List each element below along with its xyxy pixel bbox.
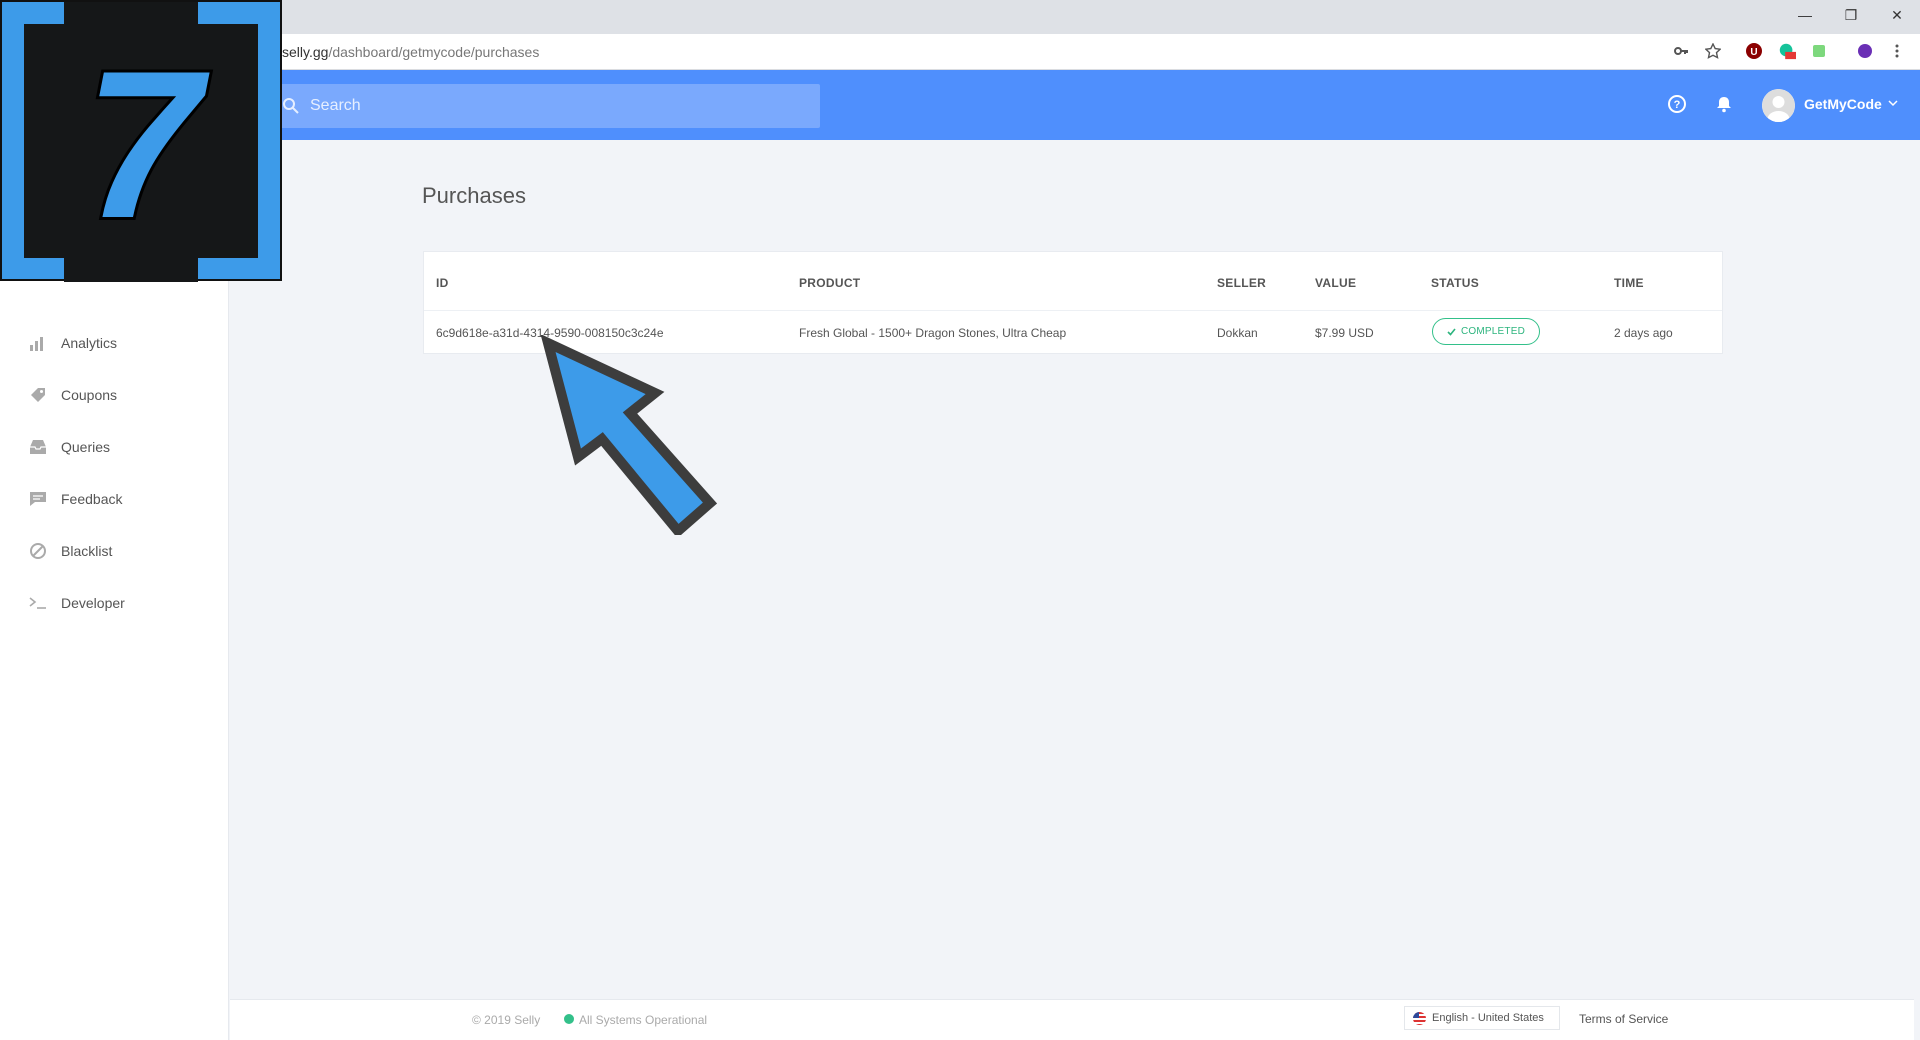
column-header-value: VALUE bbox=[1315, 276, 1357, 290]
sidebar-item-feedback[interactable]: Feedback bbox=[0, 479, 229, 519]
search-icon bbox=[283, 98, 299, 114]
notifications-bell-icon[interactable] bbox=[1712, 92, 1736, 116]
sidebar-item-label: Developer bbox=[61, 595, 125, 611]
address-bar[interactable]: selly.gg/dashboard/getmycode/purchases U bbox=[0, 34, 1920, 70]
sidebar-item-blacklist[interactable]: Blacklist bbox=[0, 531, 229, 571]
blocked-icon bbox=[28, 541, 48, 561]
status-badge-label: COMPLETED bbox=[1460, 326, 1526, 337]
window-minimize-button[interactable]: — bbox=[1782, 0, 1828, 30]
inbox-icon bbox=[28, 437, 48, 457]
step-number-glyph: 7 bbox=[82, 42, 213, 242]
grammarly-extension-icon[interactable] bbox=[1778, 42, 1796, 60]
url-host: selly.gg bbox=[282, 44, 329, 60]
help-icon[interactable]: ? bbox=[1665, 92, 1689, 116]
search-placeholder: Search bbox=[310, 97, 361, 114]
header-divider bbox=[424, 310, 1722, 311]
avatar[interactable] bbox=[1762, 89, 1795, 122]
chevron-down-icon[interactable] bbox=[1887, 97, 1899, 109]
step-number-text: 7 bbox=[85, 42, 210, 242]
column-header-product: PRODUCT bbox=[799, 276, 861, 290]
search-input[interactable]: Search bbox=[272, 84, 820, 128]
overlay-gap-bottom bbox=[64, 256, 198, 282]
sidebar-item-analytics[interactable]: Analytics bbox=[0, 323, 229, 363]
column-header-status: STATUS bbox=[1431, 276, 1480, 290]
bookmark-star-icon[interactable] bbox=[1704, 42, 1722, 60]
sidebar-item-queries[interactable]: Queries bbox=[0, 427, 229, 467]
overlay-gap-top bbox=[64, 2, 198, 26]
footer-copyright: © 2019 Selly bbox=[472, 1013, 541, 1027]
sidebar-item-label: Analytics bbox=[61, 335, 118, 351]
sidebar-item-developer[interactable]: Developer bbox=[0, 583, 229, 623]
browser-menu-icon[interactable] bbox=[1888, 42, 1906, 60]
column-header-id: ID bbox=[436, 276, 449, 290]
url-path: /dashboard/getmycode/purchases bbox=[328, 44, 540, 60]
footer: © 2019 Selly All Systems Operational Eng… bbox=[230, 999, 1914, 1040]
page-title: Purchases bbox=[422, 183, 526, 208]
us-flag-icon bbox=[1413, 1011, 1426, 1025]
coupon-tag-icon bbox=[28, 385, 48, 405]
ublock-extension-icon[interactable]: U bbox=[1745, 42, 1763, 60]
sidebar-item-label: Coupons bbox=[61, 387, 118, 403]
system-status-link[interactable]: All Systems Operational bbox=[579, 1013, 707, 1027]
value-cell: $7.99 USD bbox=[1315, 326, 1374, 340]
time-cell: 2 days ago bbox=[1614, 326, 1673, 340]
terminal-icon bbox=[28, 593, 48, 613]
window-restore-button[interactable]: ❐ bbox=[1828, 0, 1874, 30]
sidebar-item-label: Feedback bbox=[61, 491, 123, 507]
purple-extension-icon[interactable] bbox=[1856, 42, 1874, 60]
language-label: English - United States bbox=[1432, 1012, 1544, 1024]
status-dot-icon bbox=[564, 1014, 574, 1024]
terms-of-service-link[interactable]: Terms of Service bbox=[1579, 1012, 1668, 1026]
seller-cell: Dokkan bbox=[1217, 326, 1258, 340]
green-extension-icon[interactable] bbox=[1810, 42, 1828, 60]
sidebar-item-label: Queries bbox=[61, 439, 111, 455]
app-header: Search ? bbox=[0, 70, 1920, 140]
user-menu-name[interactable]: GetMyCode bbox=[1804, 96, 1882, 112]
svg-text:U: U bbox=[1750, 47, 1757, 58]
key-icon[interactable] bbox=[1672, 42, 1690, 60]
status-badge: COMPLETED bbox=[1432, 318, 1540, 345]
product-cell: Fresh Global - 1500+ Dragon Stones, Ultr… bbox=[799, 326, 1067, 340]
analytics-icon bbox=[28, 333, 48, 353]
sidebar-item-coupons[interactable]: Coupons bbox=[0, 375, 229, 415]
window-close-button[interactable]: ✕ bbox=[1874, 0, 1920, 30]
sidebar-item-label: Blacklist bbox=[61, 543, 113, 559]
browser-tab-strip: — ❐ ✕ bbox=[0, 0, 1920, 34]
pointer-arrow-icon bbox=[540, 335, 718, 535]
check-icon bbox=[1447, 327, 1456, 336]
svg-text:?: ? bbox=[1674, 99, 1681, 111]
step-number-overlay: 7 bbox=[0, 0, 282, 282]
language-selector[interactable]: English - United States bbox=[1404, 1006, 1560, 1030]
column-header-seller: SELLER bbox=[1217, 276, 1267, 290]
feedback-icon bbox=[28, 489, 48, 509]
column-header-time: TIME bbox=[1614, 276, 1644, 290]
url-text[interactable]: selly.gg/dashboard/getmycode/purchases bbox=[282, 44, 539, 60]
